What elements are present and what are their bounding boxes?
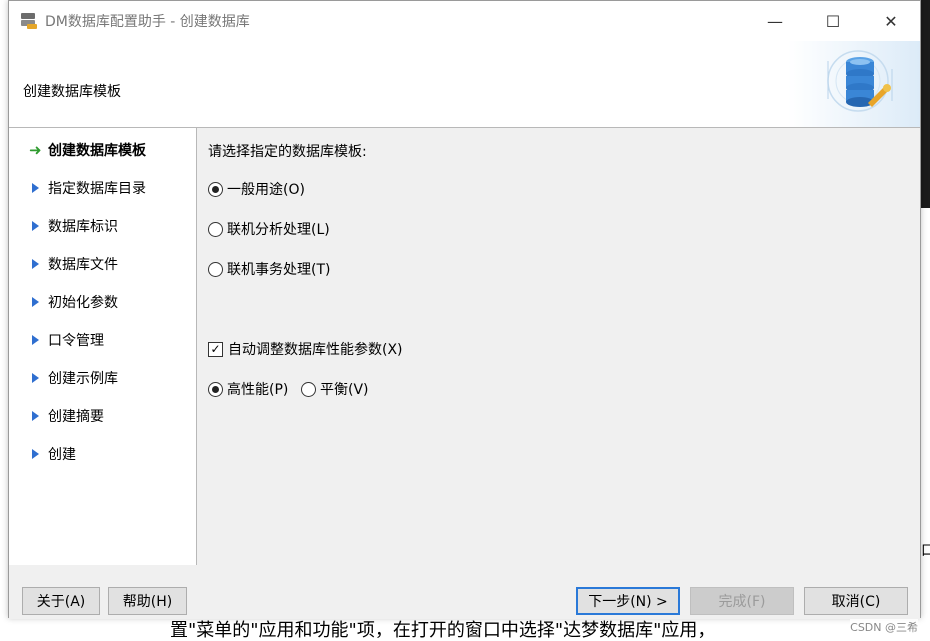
page-title: 创建数据库模板	[23, 84, 121, 100]
step-triangle-icon	[32, 297, 39, 307]
wizard-header: 创建数据库模板	[9, 41, 920, 128]
sidebar-item-label: 创建	[48, 447, 76, 463]
template-option-oltp[interactable]: 联机事务处理(T)	[208, 259, 330, 279]
option-label: 联机分析处理(L)	[227, 222, 330, 238]
step-triangle-icon	[32, 221, 39, 231]
step-triangle-icon	[32, 411, 39, 421]
current-step-arrow-icon: ➜	[29, 141, 42, 159]
wizard-steps-sidebar: ➜ 创建数据库模板 指定数据库目录 数据库标识 数据库文件 初始化参数 口令管理…	[9, 128, 197, 565]
watermark: CSDN @三希	[850, 619, 918, 635]
database-banner-icon	[788, 41, 920, 127]
dialog-window: DM数据库配置助手 - 创建数据库 — ☐ ✕ 创建数据库模板 ➜ 创建数据库模…	[8, 0, 921, 619]
sidebar-item-files[interactable]: 数据库文件	[29, 254, 118, 274]
sidebar-item-label: 数据库标识	[48, 219, 118, 235]
help-button[interactable]: 帮助(H)	[108, 587, 187, 615]
auto-tune-checkbox[interactable]: ✓	[208, 341, 223, 357]
close-icon: ✕	[884, 11, 898, 31]
finish-button[interactable]: 完成(F)	[690, 587, 794, 615]
sidebar-item-label: 初始化参数	[48, 295, 118, 311]
sidebar-item-sample-db[interactable]: 创建示例库	[29, 368, 118, 388]
step-triangle-icon	[32, 259, 39, 269]
window-title: DM数据库配置助手 - 创建数据库	[45, 14, 250, 30]
option-label: 高性能(P)	[227, 382, 289, 398]
step-triangle-icon	[32, 449, 39, 459]
sidebar-item-summary[interactable]: 创建摘要	[29, 406, 104, 426]
sidebar-item-label: 创建数据库模板	[48, 143, 146, 159]
maximize-button[interactable]: ☐	[804, 1, 862, 41]
sidebar-item-label: 创建示例库	[48, 371, 118, 387]
sidebar-item-label: 指定数据库目录	[48, 181, 146, 197]
about-button[interactable]: 关于(A)	[22, 587, 100, 615]
radio-button[interactable]	[208, 181, 223, 197]
sidebar-item-create[interactable]: 创建	[29, 444, 76, 464]
sidebar-item-password[interactable]: 口令管理	[29, 330, 104, 350]
auto-tune-option[interactable]: ✓ 自动调整数据库性能参数(X)	[208, 339, 403, 359]
sidebar-item-directory[interactable]: 指定数据库目录	[29, 178, 146, 198]
sidebar-item-label: 口令管理	[48, 333, 104, 349]
minimize-button[interactable]: —	[746, 1, 804, 41]
app-database-icon	[19, 11, 39, 31]
cancel-button[interactable]: 取消(C)	[804, 587, 908, 615]
template-option-olap[interactable]: 联机分析处理(L)	[208, 219, 330, 239]
checkmark-icon: ✓	[210, 342, 221, 356]
sidebar-item-template[interactable]: ➜ 创建数据库模板	[29, 140, 146, 160]
radio-button[interactable]	[301, 381, 316, 397]
template-prompt: 请选择指定的数据库模板:	[208, 144, 367, 160]
step-triangle-icon	[32, 335, 39, 345]
performance-option-balanced[interactable]: 平衡(V)	[301, 379, 369, 399]
background-dark-strip	[921, 0, 930, 208]
option-label: 一般用途(O)	[227, 182, 305, 198]
radio-button[interactable]	[208, 221, 223, 237]
background-document-text: 置"菜单的"应用和功能"项，在打开的窗口中选择"达梦数据库"应用，	[170, 620, 716, 641]
maximize-icon: ☐	[825, 11, 841, 31]
template-content-panel: 请选择指定的数据库模板: 一般用途(O) 联机分析处理(L) 联机事务处理(T)…	[198, 128, 921, 565]
sidebar-item-identity[interactable]: 数据库标识	[29, 216, 118, 236]
radio-button[interactable]	[208, 381, 223, 397]
sidebar-item-label: 数据库文件	[48, 257, 118, 273]
wizard-footer: 关于(A) 帮助(H) 下一步(N) > 完成(F) 取消(C)	[9, 565, 920, 619]
option-label: 平衡(V)	[320, 382, 369, 398]
option-label: 自动调整数据库性能参数(X)	[228, 342, 403, 358]
step-triangle-icon	[32, 183, 39, 193]
close-button[interactable]: ✕	[862, 1, 920, 41]
radio-button[interactable]	[208, 261, 223, 277]
minimize-icon: —	[767, 11, 783, 31]
next-button[interactable]: 下一步(N) >	[576, 587, 680, 615]
background-edge-char: 口	[921, 543, 930, 559]
performance-option-high[interactable]: 高性能(P)	[208, 379, 288, 399]
sidebar-item-init-params[interactable]: 初始化参数	[29, 292, 118, 312]
title-bar[interactable]: DM数据库配置助手 - 创建数据库 — ☐ ✕	[9, 1, 920, 41]
sidebar-item-label: 创建摘要	[48, 409, 104, 425]
option-label: 联机事务处理(T)	[227, 262, 331, 278]
step-triangle-icon	[32, 373, 39, 383]
template-option-general[interactable]: 一般用途(O)	[208, 179, 305, 199]
